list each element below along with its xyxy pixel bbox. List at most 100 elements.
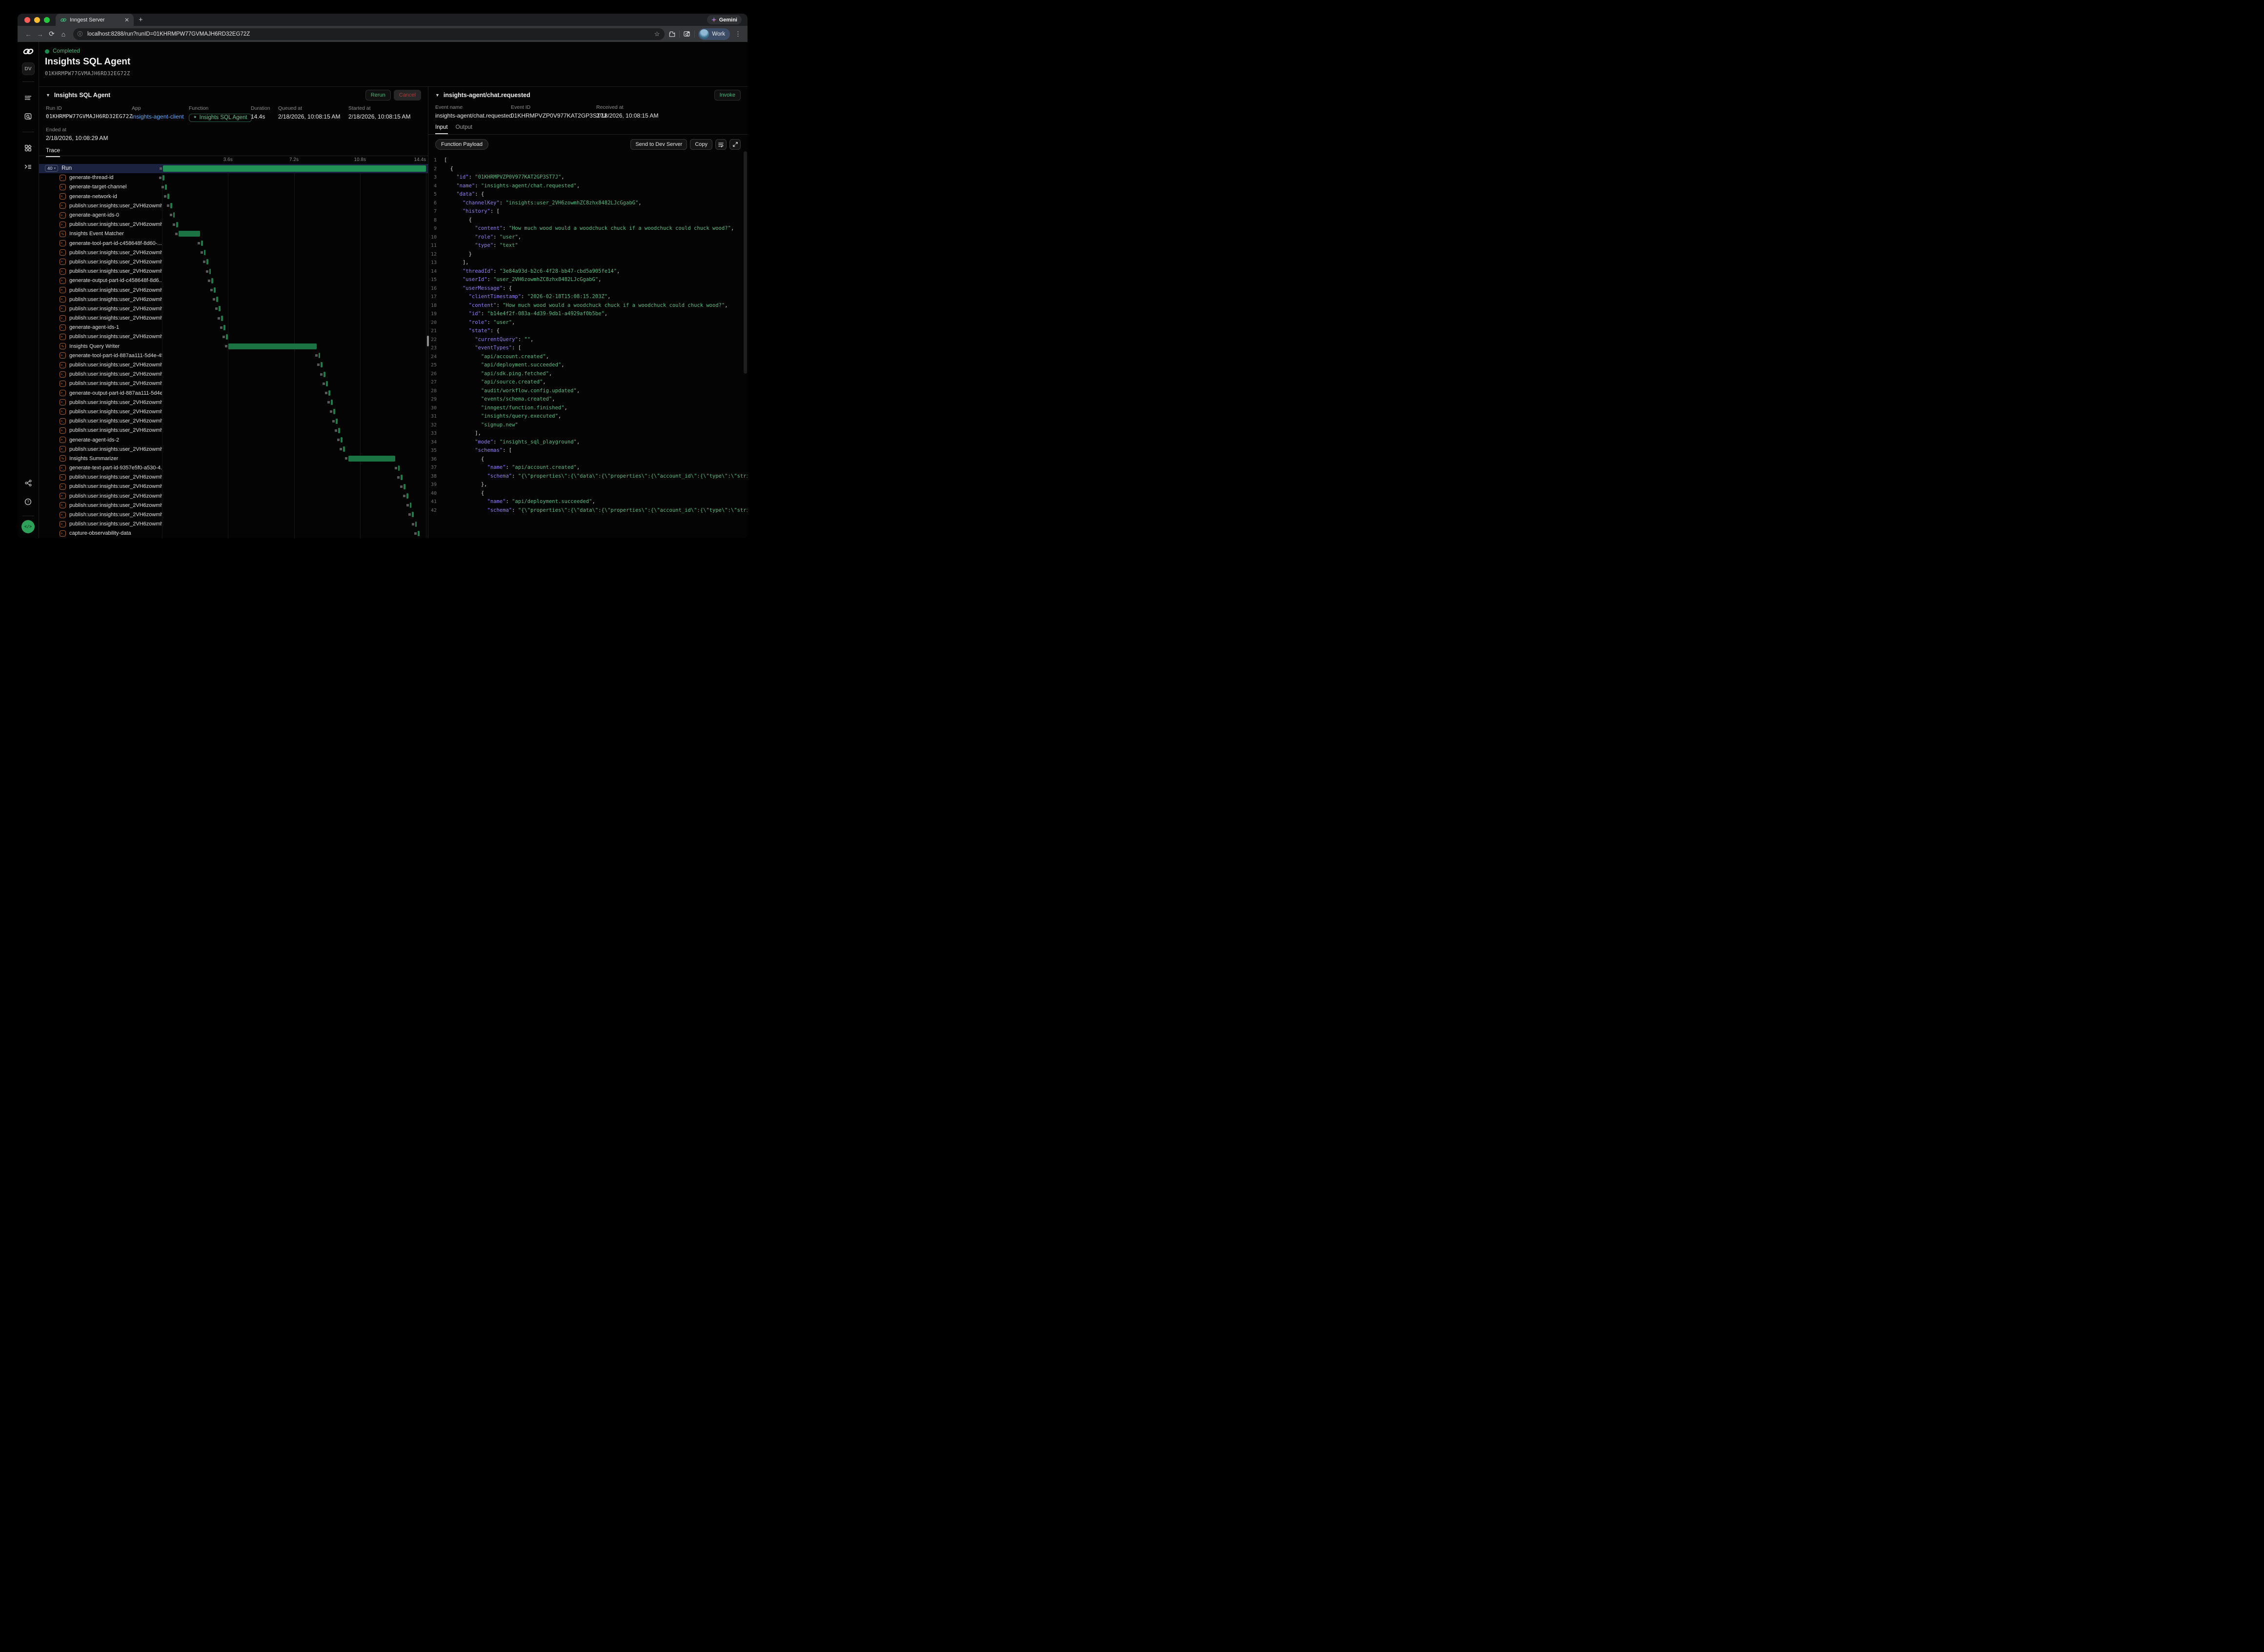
span-bar[interactable] (398, 465, 400, 471)
chrome-menu-icon[interactable]: ⋮ (733, 30, 743, 38)
function-payload-pill[interactable]: Function Payload (435, 139, 488, 150)
trace-row[interactable]: >_publish:user:insights:user_2VH6zowmh..… (39, 379, 428, 388)
span-bar[interactable] (226, 334, 228, 340)
tab-close-icon[interactable]: ✕ (124, 17, 129, 23)
site-info-icon[interactable]: ⓘ (76, 30, 84, 39)
trace-row[interactable]: >_generate-agent-ids-1 (39, 323, 428, 332)
sidebar-item-runs[interactable] (22, 91, 35, 104)
trace-row[interactable]: >_generate-agent-ids-2 (39, 435, 428, 444)
span-bar[interactable] (211, 278, 213, 283)
sidebar-item-events[interactable] (22, 110, 35, 122)
scrollbar-thumb[interactable] (744, 151, 747, 374)
span-bar[interactable] (165, 184, 167, 190)
chevron-down-icon[interactable]: ▼ (46, 93, 50, 98)
payload-code-editor[interactable]: 1[2 {3 "id": "01KHRMPVZP0V977KAT2GP3ST7J… (428, 153, 748, 538)
trace-row[interactable]: >_publish:user:insights:user_2VH6zowmh..… (39, 332, 428, 342)
trace-row[interactable]: >_publish:user:insights:user_2VH6zowmh..… (39, 491, 428, 501)
trace-row[interactable]: >_publish:user:insights:user_2VH6zowmh..… (39, 248, 428, 257)
word-wrap-icon[interactable] (715, 139, 727, 150)
span-bar[interactable] (326, 381, 328, 386)
span-bar[interactable] (170, 203, 172, 208)
span-bar[interactable] (206, 259, 208, 264)
span-bar[interactable] (412, 512, 414, 517)
trace-row[interactable]: >_generate-output-part-id-c458648f-8d6..… (39, 276, 428, 285)
span-bar[interactable] (338, 428, 340, 433)
app-badge[interactable]: DV (22, 62, 35, 75)
trace-row-run[interactable]: 40▾Run (39, 164, 428, 173)
span-bar[interactable] (401, 475, 403, 480)
span-bar[interactable] (216, 297, 218, 302)
trace-row[interactable]: >_publish:user:insights:user_2VH6zowmh..… (39, 201, 428, 210)
trace-row[interactable]: >_publish:user:insights:user_2VH6zowmh..… (39, 426, 428, 435)
span-bar[interactable] (228, 343, 317, 349)
profile-button[interactable]: Work (698, 28, 730, 40)
child-count-expander[interactable]: 40▾ (45, 165, 58, 172)
span-bar[interactable] (167, 194, 169, 199)
span-bar[interactable] (176, 222, 178, 227)
span-bar[interactable] (173, 212, 175, 218)
span-bar[interactable] (201, 241, 203, 246)
span-bar[interactable] (163, 165, 426, 172)
trace-row[interactable]: >_generate-network-id (39, 192, 428, 201)
trace-row[interactable]: >_publish:user:insights:user_2VH6zowmh..… (39, 510, 428, 519)
zoom-window-button[interactable] (44, 17, 50, 23)
gemini-button[interactable]: Gemini (707, 15, 742, 24)
bookmark-star-icon[interactable]: ☆ (654, 30, 660, 38)
close-window-button[interactable] (24, 17, 30, 23)
sidebar-item-terminal[interactable] (22, 160, 35, 173)
trace-row[interactable]: >_publish:user:insights:user_2VH6zowmh..… (39, 407, 428, 416)
function-badge[interactable]: ✦Insights SQL Agent (189, 114, 252, 122)
trace-row[interactable]: >_publish:user:insights:user_2VH6zowmh..… (39, 314, 428, 323)
span-bar[interactable] (214, 287, 216, 293)
span-bar[interactable] (328, 390, 330, 396)
trace-row[interactable]: >_publish:user:insights:user_2VH6zowmh..… (39, 285, 428, 295)
chevron-down-icon[interactable]: ▼ (435, 93, 440, 98)
browser-tab[interactable]: Inngest Server ✕ (56, 14, 134, 26)
span-bar[interactable] (404, 484, 405, 489)
span-bar[interactable] (219, 306, 221, 311)
send-to-dev-server-button[interactable]: Send to Dev Server (630, 139, 687, 150)
tab-input[interactable]: Input (435, 124, 448, 134)
help-icon[interactable]: ? (22, 495, 35, 508)
trace-row[interactable]: >_publish:user:insights:user_2VH6zowmh..… (39, 473, 428, 482)
home-icon[interactable]: ⌂ (58, 28, 69, 40)
trace-row[interactable]: >_publish:user:insights:user_2VH6zowmh..… (39, 501, 428, 510)
minimize-window-button[interactable] (34, 17, 40, 23)
trace-row[interactable]: >_publish:user:insights:user_2VH6zowmh..… (39, 417, 428, 426)
trace-row[interactable]: >_publish:user:insights:user_2VH6zowmh..… (39, 304, 428, 313)
trace-row[interactable]: >_capture-observability-data (39, 529, 428, 538)
trace-row[interactable]: >_generate-thread-id (39, 173, 428, 182)
forward-icon[interactable]: → (34, 28, 46, 40)
trace-row[interactable]: >_generate-agent-ids-0 (39, 210, 428, 220)
expand-icon[interactable] (729, 139, 741, 150)
trace-row[interactable]: >_publish:user:insights:user_2VH6zowmh..… (39, 520, 428, 529)
scrollbar[interactable] (744, 151, 747, 535)
trace-row[interactable]: >_generate-tool-part-id-887aa111-5d4e-45… (39, 351, 428, 360)
span-bar[interactable] (418, 531, 420, 536)
tab-search-icon[interactable] (683, 30, 691, 38)
span-bar[interactable] (221, 316, 223, 321)
rerun-button[interactable]: Rerun (365, 90, 391, 101)
trace-row[interactable]: >_publish:user:insights:user_2VH6zowmh..… (39, 360, 428, 369)
span-bar[interactable] (343, 446, 345, 452)
span-bar[interactable] (333, 409, 335, 414)
trace-row[interactable]: >_generate-text-part-id-9357e5f0-a530-4.… (39, 463, 428, 473)
new-tab-button[interactable]: + (134, 16, 148, 24)
span-bar[interactable] (162, 175, 164, 181)
span-bar[interactable] (319, 353, 321, 358)
extensions-icon[interactable] (668, 30, 676, 38)
trace-row[interactable]: ∿Insights Query Writer (39, 342, 428, 351)
trace-row[interactable]: ∿Insights Event Matcher (39, 229, 428, 239)
span-bar[interactable] (331, 400, 333, 405)
cancel-button[interactable]: Cancel (394, 90, 421, 101)
trace-row[interactable]: >_publish:user:insights:user_2VH6zowmh..… (39, 482, 428, 491)
trace-row[interactable]: ∿Insights Summarizer (39, 454, 428, 463)
tab-output[interactable]: Output (456, 124, 473, 134)
span-bar[interactable] (415, 522, 417, 527)
span-bar[interactable] (223, 325, 225, 330)
sidebar-item-apps[interactable] (22, 141, 35, 154)
copy-button[interactable]: Copy (690, 139, 712, 150)
trace-row[interactable]: >_publish:user:insights:user_2VH6zowmh..… (39, 398, 428, 407)
span-bar[interactable] (209, 269, 211, 274)
trace-row[interactable]: >_publish:user:insights:user_2VH6zowmh..… (39, 295, 428, 304)
